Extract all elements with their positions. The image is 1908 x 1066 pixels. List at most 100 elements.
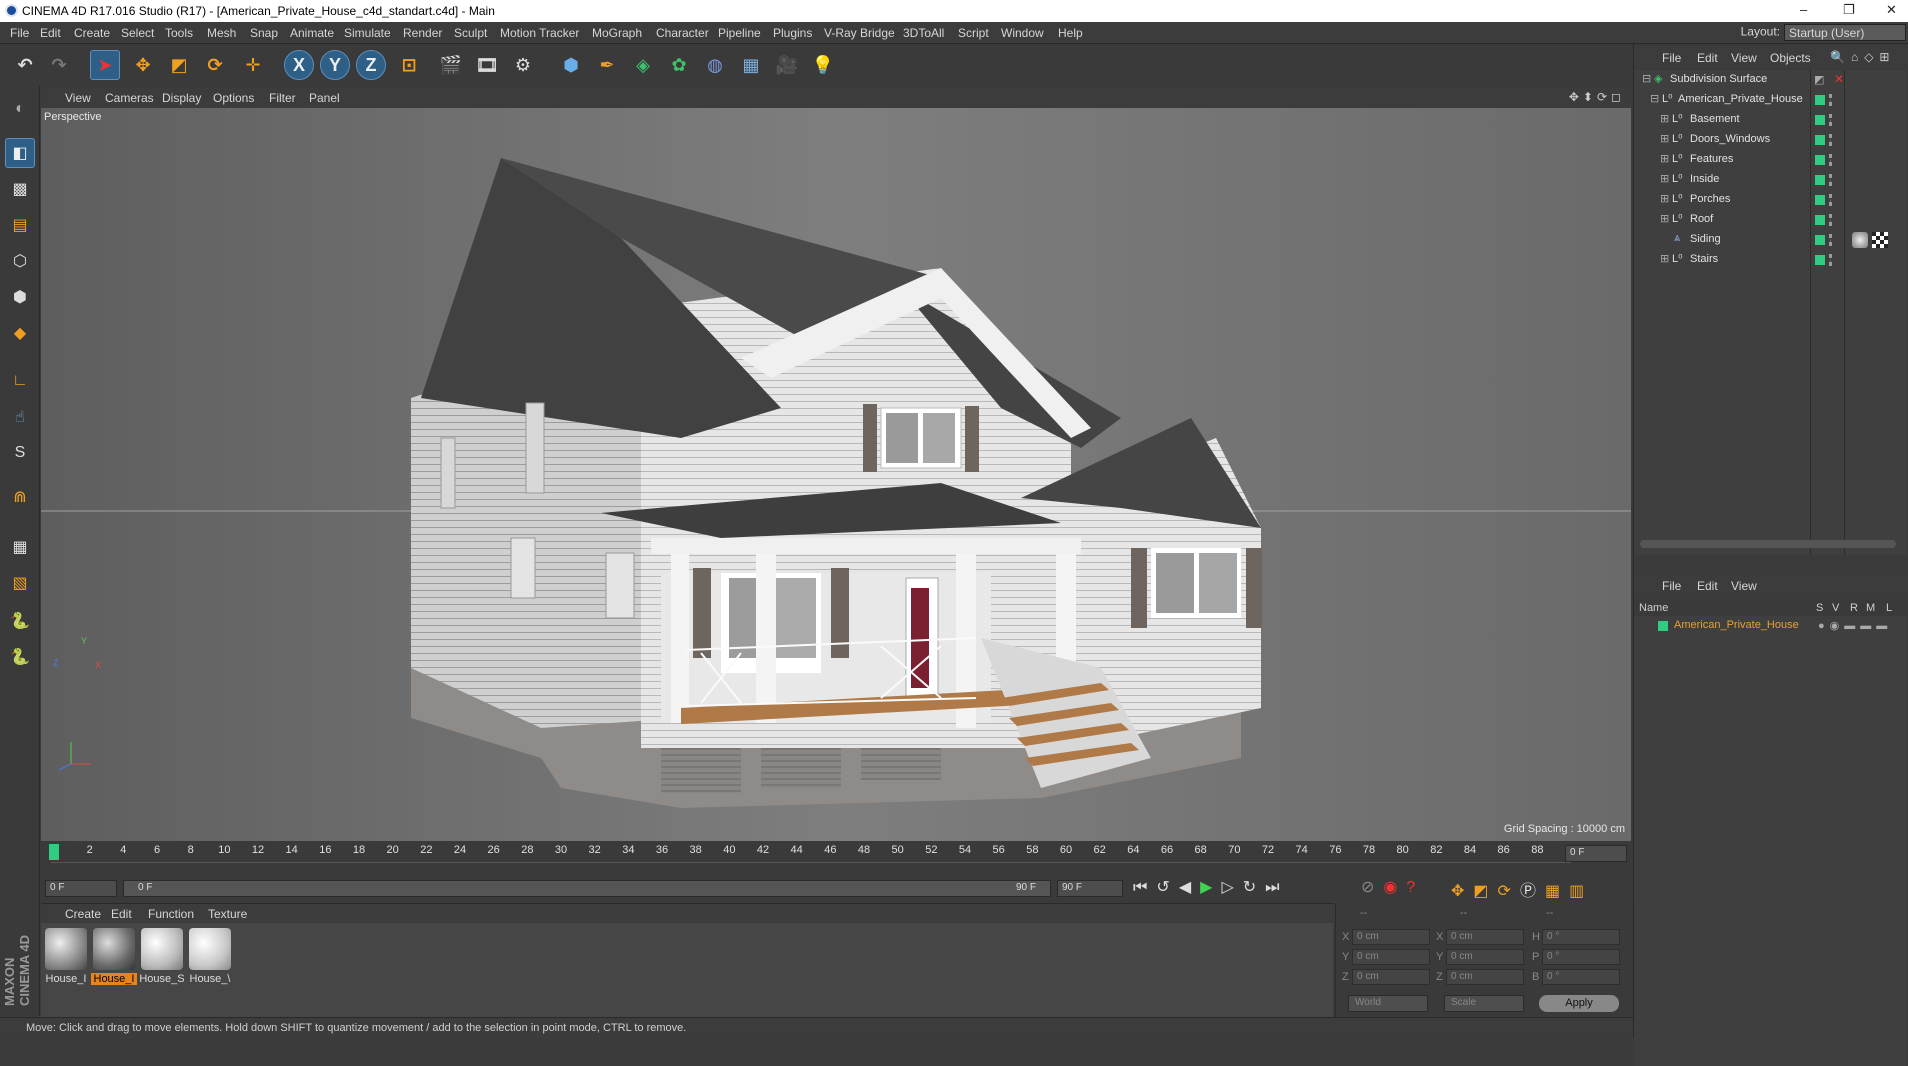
- key-param-icon[interactable]: Ⓟ: [1520, 883, 1545, 900]
- visibility-dots-icon[interactable]: [1829, 134, 1833, 146]
- viewport-menu-view[interactable]: View: [65, 91, 91, 105]
- menu-motion-tracker[interactable]: Motion Tracker: [500, 26, 579, 40]
- y-axis-lock-icon[interactable]: Y: [320, 50, 350, 80]
- tree-row-inside[interactable]: ⊞ L⁰ Inside: [1634, 170, 1907, 190]
- tree-row-roof[interactable]: ⊞ L⁰ Roof: [1634, 210, 1907, 230]
- axis-mode-icon[interactable]: ∟: [5, 366, 35, 396]
- material-menu-texture[interactable]: Texture: [208, 907, 247, 921]
- move-icon[interactable]: ✥: [128, 50, 158, 80]
- texture-mode-icon[interactable]: ▩: [5, 174, 35, 204]
- menu-mesh[interactable]: Mesh: [207, 26, 236, 40]
- material-menu-create[interactable]: Create: [65, 907, 101, 921]
- tree-row-basement[interactable]: ⊞ L⁰ Basement: [1634, 110, 1907, 130]
- play-icon[interactable]: ▶: [1200, 879, 1221, 896]
- visibility-dots-icon[interactable]: [1829, 194, 1833, 206]
- layer-menu-edit[interactable]: Edit: [1697, 579, 1718, 593]
- layer-color-swatch[interactable]: [1815, 235, 1825, 245]
- layer-toggle-icons[interactable]: ●◉▬▬▬: [1818, 619, 1892, 632]
- rot-b-field[interactable]: 0 °: [1542, 969, 1620, 985]
- locked-workplane-icon[interactable]: ▧: [5, 568, 35, 598]
- deformer-icon[interactable]: ◍: [700, 50, 730, 80]
- col-view[interactable]: V: [1832, 602, 1839, 614]
- menu-file[interactable]: File: [10, 26, 29, 40]
- keyframe-controls[interactable]: ✥◩⟳Ⓟ▦▥: [1451, 877, 1593, 901]
- record-icon[interactable]: ◉: [1383, 879, 1406, 896]
- size-z-field[interactable]: 0 cm: [1446, 969, 1524, 985]
- subdivision-surface-icon[interactable]: ◈: [628, 50, 658, 80]
- layer-color-swatch[interactable]: [1815, 115, 1825, 125]
- menu-vray-bridge[interactable]: V-Ray Bridge: [824, 26, 895, 40]
- expand-icon[interactable]: ⊞: [1660, 212, 1669, 225]
- undo-icon[interactable]: ↶: [10, 50, 40, 80]
- material-swatch[interactable]: House_I: [43, 928, 89, 985]
- rot-p-field[interactable]: 0 °: [1542, 949, 1620, 965]
- tree-row-siding[interactable]: ⩓ Siding: [1634, 230, 1907, 250]
- menu-plugins[interactable]: Plugins: [773, 26, 812, 40]
- col-render[interactable]: R: [1850, 602, 1858, 614]
- menu-animate[interactable]: Animate: [290, 26, 334, 40]
- layer-color-swatch[interactable]: [1815, 135, 1825, 145]
- close-button[interactable]: ✕: [1886, 2, 1897, 18]
- menu-help[interactable]: Help: [1058, 26, 1083, 40]
- apply-button[interactable]: Apply: [1539, 995, 1619, 1012]
- pos-x-field[interactable]: 0 cm: [1352, 929, 1430, 945]
- workplane-icon[interactable]: ▤: [5, 210, 35, 240]
- layer-color-swatch[interactable]: [1815, 95, 1825, 105]
- material-swatch[interactable]: House_\: [187, 928, 233, 985]
- object-menu-view[interactable]: View: [1731, 51, 1757, 65]
- prev-key-icon[interactable]: ↺: [1156, 879, 1178, 896]
- key-rotation-icon[interactable]: ⟳: [1498, 883, 1520, 900]
- menu-create[interactable]: Create: [74, 26, 110, 40]
- restore-button[interactable]: ❐: [1843, 2, 1855, 18]
- expand-icon[interactable]: ⊞: [1660, 112, 1669, 125]
- timeline-layout-icon[interactable]: ▥: [1569, 883, 1593, 900]
- expand-icon[interactable]: ⊞: [1660, 252, 1669, 265]
- pos-y-field[interactable]: 0 cm: [1352, 949, 1430, 965]
- start-frame-field[interactable]: 0 F: [45, 880, 117, 897]
- camera-icon[interactable]: 🎥: [772, 50, 802, 80]
- coordinate-mode-dropdown[interactable]: World: [1348, 995, 1428, 1012]
- object-menu-file[interactable]: File: [1662, 51, 1681, 65]
- light-icon[interactable]: 💡: [808, 50, 838, 80]
- visibility-dots-icon[interactable]: [1829, 214, 1833, 226]
- layer-color-swatch[interactable]: [1815, 175, 1825, 185]
- tree-row-features[interactable]: ⊞ L⁰ Features: [1634, 150, 1907, 170]
- object-search-icons[interactable]: 🔍⌂◇⊞: [1830, 50, 1895, 64]
- material-menu-edit[interactable]: Edit: [111, 907, 132, 921]
- floor-icon[interactable]: ▦: [736, 50, 766, 80]
- viewport-menu-options[interactable]: Options: [213, 91, 254, 105]
- viewport-menu-display[interactable]: Display: [162, 91, 201, 105]
- layout-dropdown[interactable]: Startup (User): [1784, 24, 1906, 41]
- layer-row[interactable]: American_Private_House ●◉▬▬▬: [1634, 616, 1907, 636]
- python-console-icon[interactable]: 🐍: [5, 642, 35, 672]
- model-mode-icon[interactable]: ◧: [5, 138, 35, 168]
- viewport-menu-panel[interactable]: Panel: [309, 91, 340, 105]
- material-swatch-selected[interactable]: House_I: [91, 928, 137, 985]
- material-swatch[interactable]: House_S: [139, 928, 185, 985]
- render-settings-icon[interactable]: ⚙: [508, 50, 538, 80]
- menu-window[interactable]: Window: [1001, 26, 1044, 40]
- coordinate-system-icon[interactable]: ⊡: [394, 50, 424, 80]
- perspective-viewport[interactable]: Y Z X Perspective Grid Spacing : 10000 c…: [41, 108, 1631, 841]
- menu-simulate[interactable]: Simulate: [344, 26, 391, 40]
- next-key-icon[interactable]: ↻: [1243, 879, 1265, 896]
- key-position-icon[interactable]: ✥: [1451, 883, 1473, 900]
- object-menu-edit[interactable]: Edit: [1697, 51, 1718, 65]
- frame-range-slider[interactable]: 0 F 90 F: [123, 880, 1051, 897]
- menu-mograph[interactable]: MoGraph: [592, 26, 642, 40]
- material-menu-function[interactable]: Function: [148, 907, 194, 921]
- transform-icon[interactable]: ✛: [238, 50, 268, 80]
- menu-tools[interactable]: Tools: [165, 26, 193, 40]
- layer-color-swatch[interactable]: [1815, 195, 1825, 205]
- timeline-ruler[interactable]: 0246810121416182022242628303234363840424…: [41, 841, 1631, 873]
- spline-pen-icon[interactable]: ✒: [592, 50, 622, 80]
- tree-row-porches[interactable]: ⊞ L⁰ Porches: [1634, 190, 1907, 210]
- visibility-dots-icon[interactable]: [1829, 174, 1833, 186]
- tree-row-doors-windows[interactable]: ⊞ L⁰ Doors_Windows: [1634, 130, 1907, 150]
- record-controls[interactable]: ⊘◉?: [1361, 877, 1424, 897]
- playhead-marker[interactable]: [49, 844, 59, 860]
- solo-mode-icon[interactable]: S: [5, 438, 35, 468]
- visibility-dots-icon[interactable]: [1829, 114, 1833, 126]
- menu-3dtoall[interactable]: 3DToAll: [903, 26, 944, 40]
- live-selection-icon[interactable]: ➤: [90, 50, 120, 80]
